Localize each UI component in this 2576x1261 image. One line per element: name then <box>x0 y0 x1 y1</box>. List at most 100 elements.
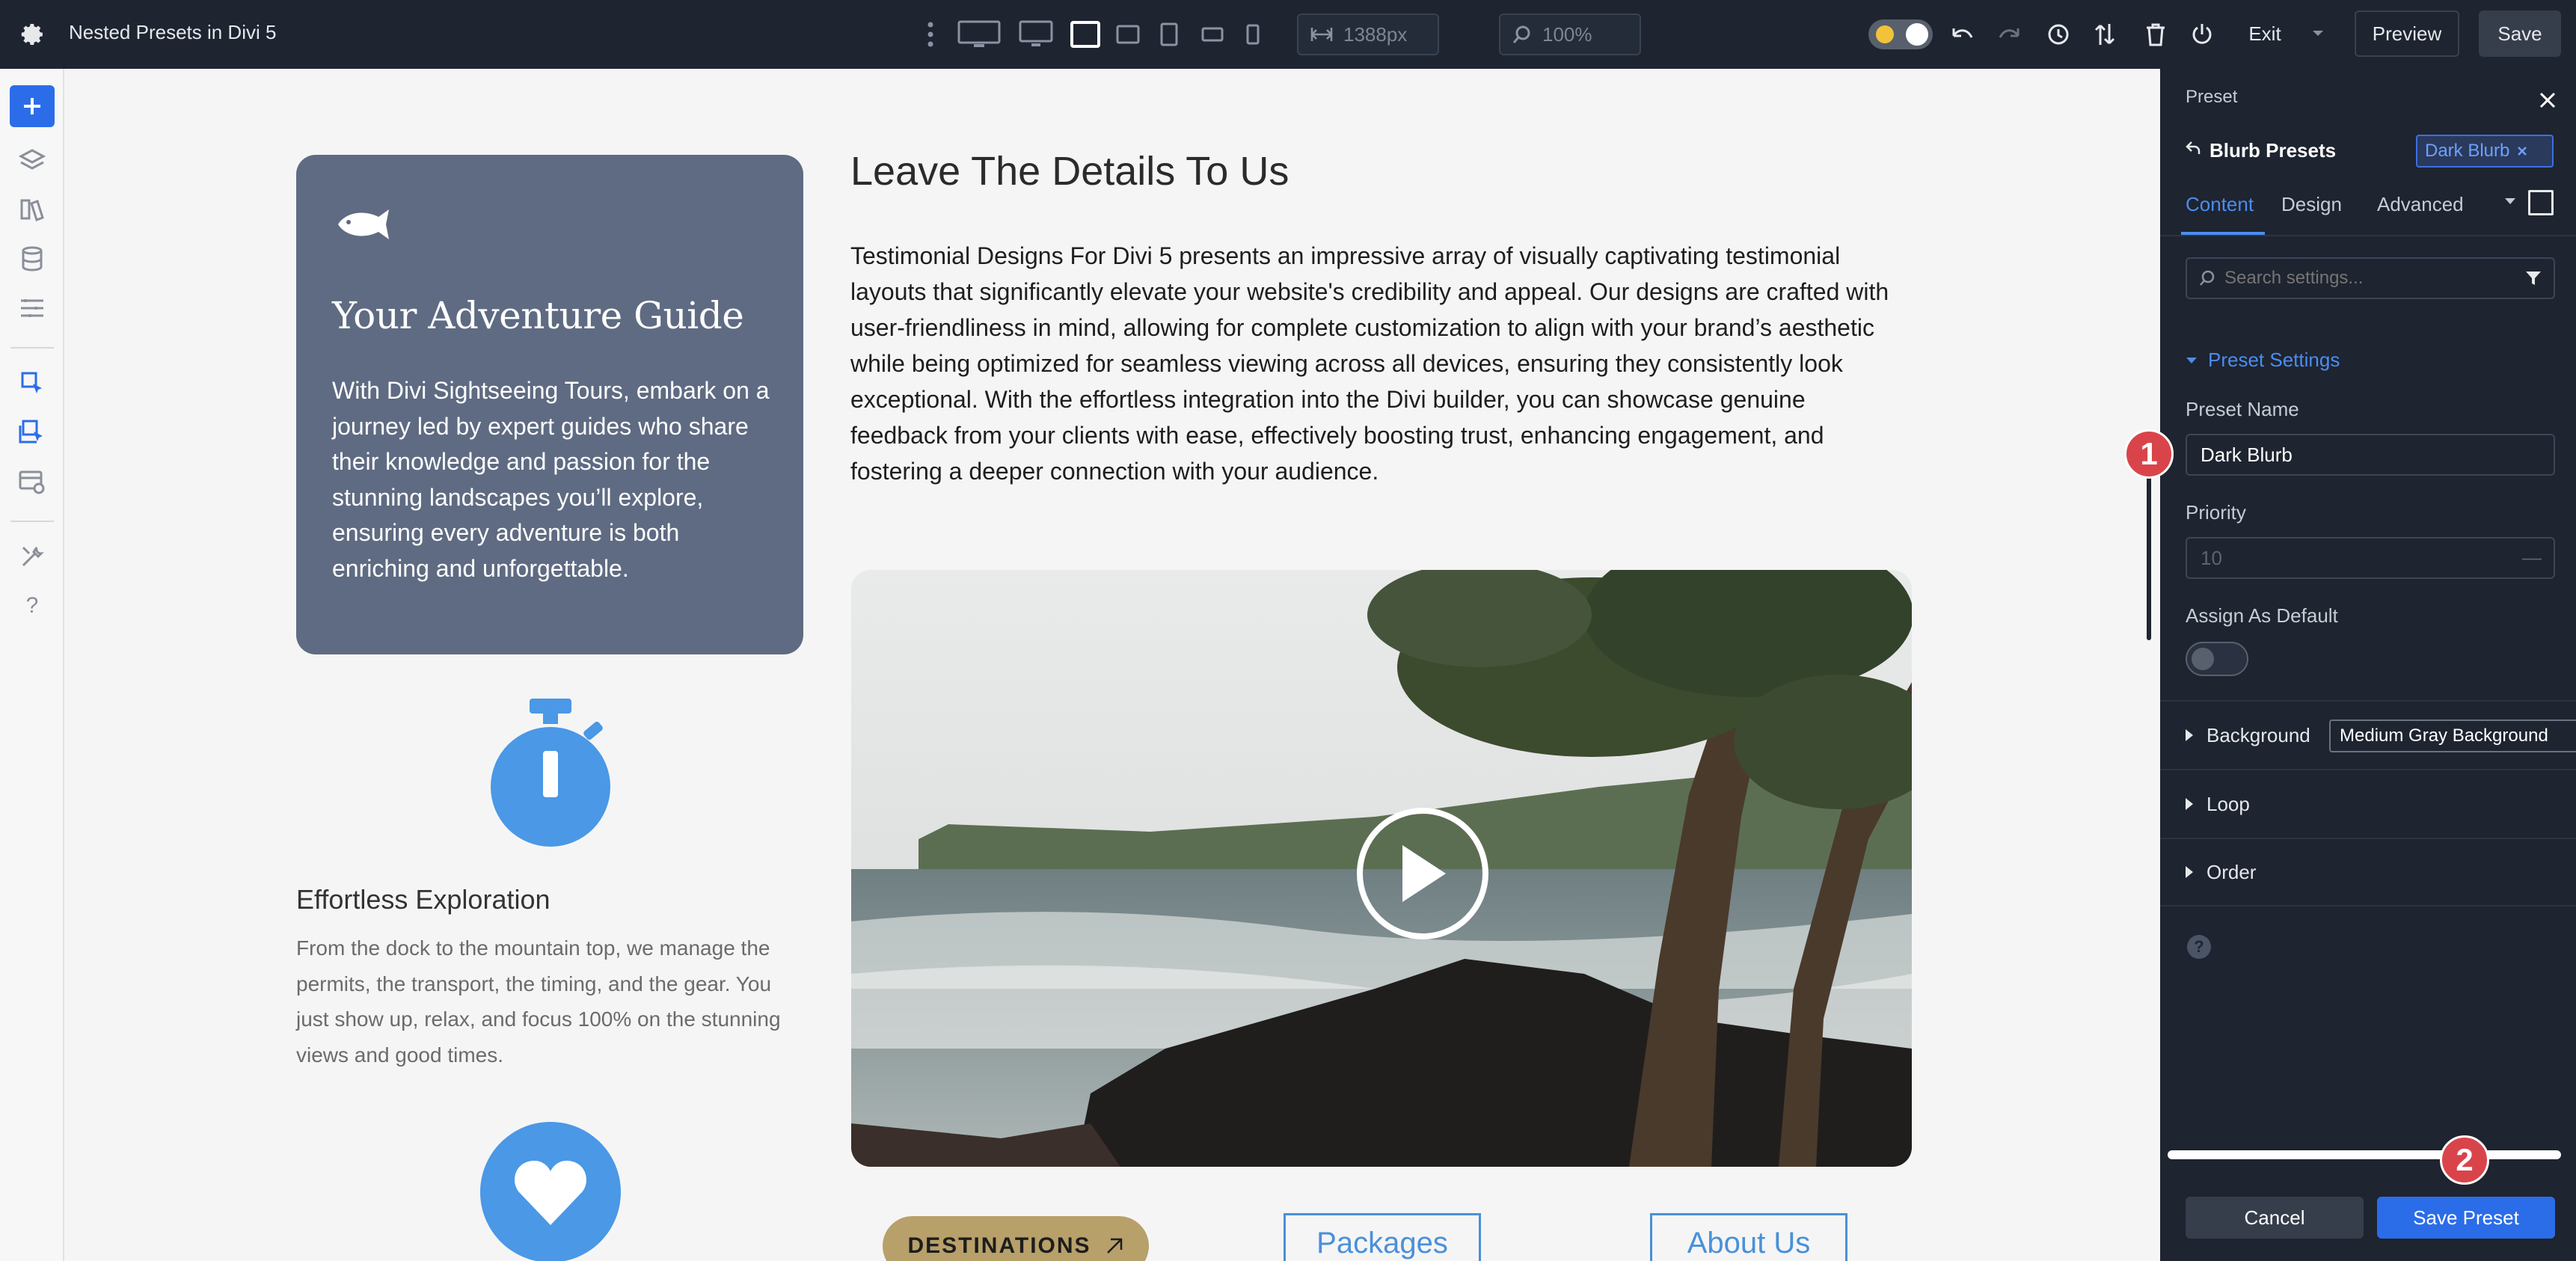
search-input[interactable] <box>2224 268 2494 289</box>
toggle-knob <box>1906 23 1928 46</box>
filter-icon[interactable] <box>2525 270 2542 286</box>
preset-settings-toggle[interactable]: Preset Settings <box>2186 349 2340 372</box>
power-icon[interactable] <box>2189 18 2215 51</box>
arrow-up-right-icon <box>1106 1238 1122 1254</box>
phone-view-icon[interactable] <box>1243 18 1263 51</box>
portability-icon[interactable] <box>2091 18 2118 51</box>
history-icon[interactable] <box>2045 18 2072 51</box>
template-manager-icon[interactable] <box>10 411 55 453</box>
tab-content[interactable]: Content <box>2186 193 2254 216</box>
phone-landscape-view-icon[interactable] <box>1200 18 1225 51</box>
tabs-divider <box>2160 235 2576 236</box>
priority-label: Priority <box>2186 501 2246 524</box>
preset-tag-label: Dark Blurb <box>2425 141 2510 161</box>
canvas-width-value: 1388px <box>1343 22 1408 46</box>
destinations-button[interactable]: DESTINATIONS <box>883 1216 1149 1261</box>
database-icon[interactable] <box>10 238 55 280</box>
search-settings-field[interactable] <box>2186 257 2555 299</box>
background-label: Background <box>2207 723 2310 746</box>
page-settings-icon[interactable] <box>10 287 55 329</box>
packages-button[interactable]: Packages <box>1284 1213 1481 1261</box>
undo-icon[interactable] <box>1948 18 1978 51</box>
more-options-icon[interactable] <box>921 18 939 51</box>
heart-icon <box>515 1160 586 1225</box>
help-icon[interactable]: ? <box>2187 935 2211 959</box>
caret-right-icon <box>2186 798 2193 810</box>
fish-icon <box>338 209 389 239</box>
remove-tag-icon[interactable] <box>2517 146 2527 156</box>
caret-right-icon <box>2186 866 2193 878</box>
assign-default-label: Assign As Default <box>2186 604 2338 627</box>
stopwatch-icon <box>491 699 610 847</box>
play-button[interactable] <box>1357 808 1488 939</box>
loop-label: Loop <box>2207 792 2250 815</box>
trash-icon[interactable] <box>2142 18 2169 51</box>
step-marker-1: 1 <box>2124 429 2174 479</box>
canvas-width-field[interactable]: 1388px <box>1297 13 1439 55</box>
loop-builder-icon[interactable] <box>10 461 55 503</box>
preset-settings-label: Preset Settings <box>2208 349 2340 371</box>
panel-header: Preset <box>2186 87 2238 107</box>
help-icon[interactable]: ? <box>10 585 55 627</box>
close-icon[interactable] <box>2539 91 2557 109</box>
priority-field[interactable]: 10 — <box>2186 537 2555 579</box>
background-preset-tag[interactable]: Medium Gray Background <box>2329 720 2576 752</box>
preset-name-label: Preset Name <box>2186 398 2299 420</box>
blurb-title: Your Adventure Guide <box>332 294 744 337</box>
blurb-text: With Divi Sightseeing Tours, embark on a… <box>332 377 770 582</box>
left-sidebar: ? <box>0 69 64 1261</box>
redo-icon[interactable] <box>1994 18 2024 51</box>
order-section[interactable]: Order <box>2160 838 2576 906</box>
search-icon <box>2200 270 2215 286</box>
tools-icon[interactable] <box>10 536 55 577</box>
exit-button[interactable]: Exit <box>2236 10 2293 57</box>
heart-icon-circle <box>480 1122 621 1261</box>
tab-advanced[interactable]: Advanced <box>2377 193 2464 216</box>
loop-section[interactable]: Loop <box>2160 769 2576 838</box>
panel-scrollbar[interactable] <box>2168 1150 2561 1159</box>
plus-icon <box>24 98 40 114</box>
preset-breadcrumb[interactable]: Blurb Presets <box>2209 139 2336 162</box>
top-toolbar: Nested Presets in Divi 5 1388px 100% Exi… <box>0 0 2576 69</box>
exit-dropdown-button[interactable] <box>2304 10 2332 57</box>
width-arrows-icon <box>1310 28 1333 41</box>
tablet-landscape-view-icon[interactable] <box>1114 18 1141 51</box>
save-button[interactable]: Save <box>2479 10 2561 57</box>
destinations-label: DESTINATIONS <box>907 1233 1091 1258</box>
theme-toggle[interactable] <box>1868 19 1933 49</box>
priority-minus-icon[interactable]: — <box>2522 546 2542 569</box>
preset-name-field[interactable]: Dark Blurb <box>2186 434 2555 476</box>
rail-divider <box>10 347 54 349</box>
preset-tag[interactable]: Dark Blurb <box>2416 135 2554 168</box>
back-arrow-icon[interactable] <box>2186 141 2201 156</box>
dark-blurb-card[interactable]: Your Adventure Guide With Divi Sightseei… <box>296 155 803 654</box>
rail-divider <box>10 521 54 522</box>
tabs-dropdown-icon[interactable] <box>2504 197 2516 205</box>
assign-default-toggle[interactable] <box>2186 642 2248 676</box>
add-module-button[interactable] <box>10 85 55 127</box>
cancel-button[interactable]: Cancel <box>2186 1197 2364 1239</box>
preview-button[interactable]: Preview <box>2355 10 2459 57</box>
background-section[interactable]: Background Medium Gray Background <box>2160 700 2576 769</box>
step-marker-2: 2 <box>2440 1135 2489 1185</box>
tab-design[interactable]: Design <box>2281 193 2342 216</box>
gear-icon[interactable] <box>16 19 46 49</box>
laptop-view-icon[interactable] <box>1070 18 1101 51</box>
presets-library-icon[interactable] <box>10 188 55 230</box>
priority-placeholder: 10 <box>2201 546 2222 569</box>
video-module[interactable] <box>851 570 1912 1167</box>
theme-builder-icon[interactable] <box>10 362 55 404</box>
wide-desktop-view-icon[interactable] <box>956 18 1002 51</box>
save-preset-button[interactable]: Save Preset <box>2377 1197 2555 1239</box>
active-tab-indicator <box>2181 232 2265 235</box>
panel-expand-icon[interactable] <box>2528 190 2554 215</box>
zoom-field[interactable]: 100% <box>1499 13 1641 55</box>
desktop-view-icon[interactable] <box>1017 18 1055 51</box>
toggle-knob <box>2192 648 2214 670</box>
layers-icon[interactable] <box>10 139 55 181</box>
about-us-button[interactable]: About Us <box>1650 1213 1847 1261</box>
caret-down-icon <box>2186 357 2197 363</box>
tablet-view-icon[interactable] <box>1158 18 1180 51</box>
section-title: Leave The Details To Us <box>850 149 1289 194</box>
section-text: Testimonial Designs For Divi 5 presents … <box>850 242 1889 485</box>
